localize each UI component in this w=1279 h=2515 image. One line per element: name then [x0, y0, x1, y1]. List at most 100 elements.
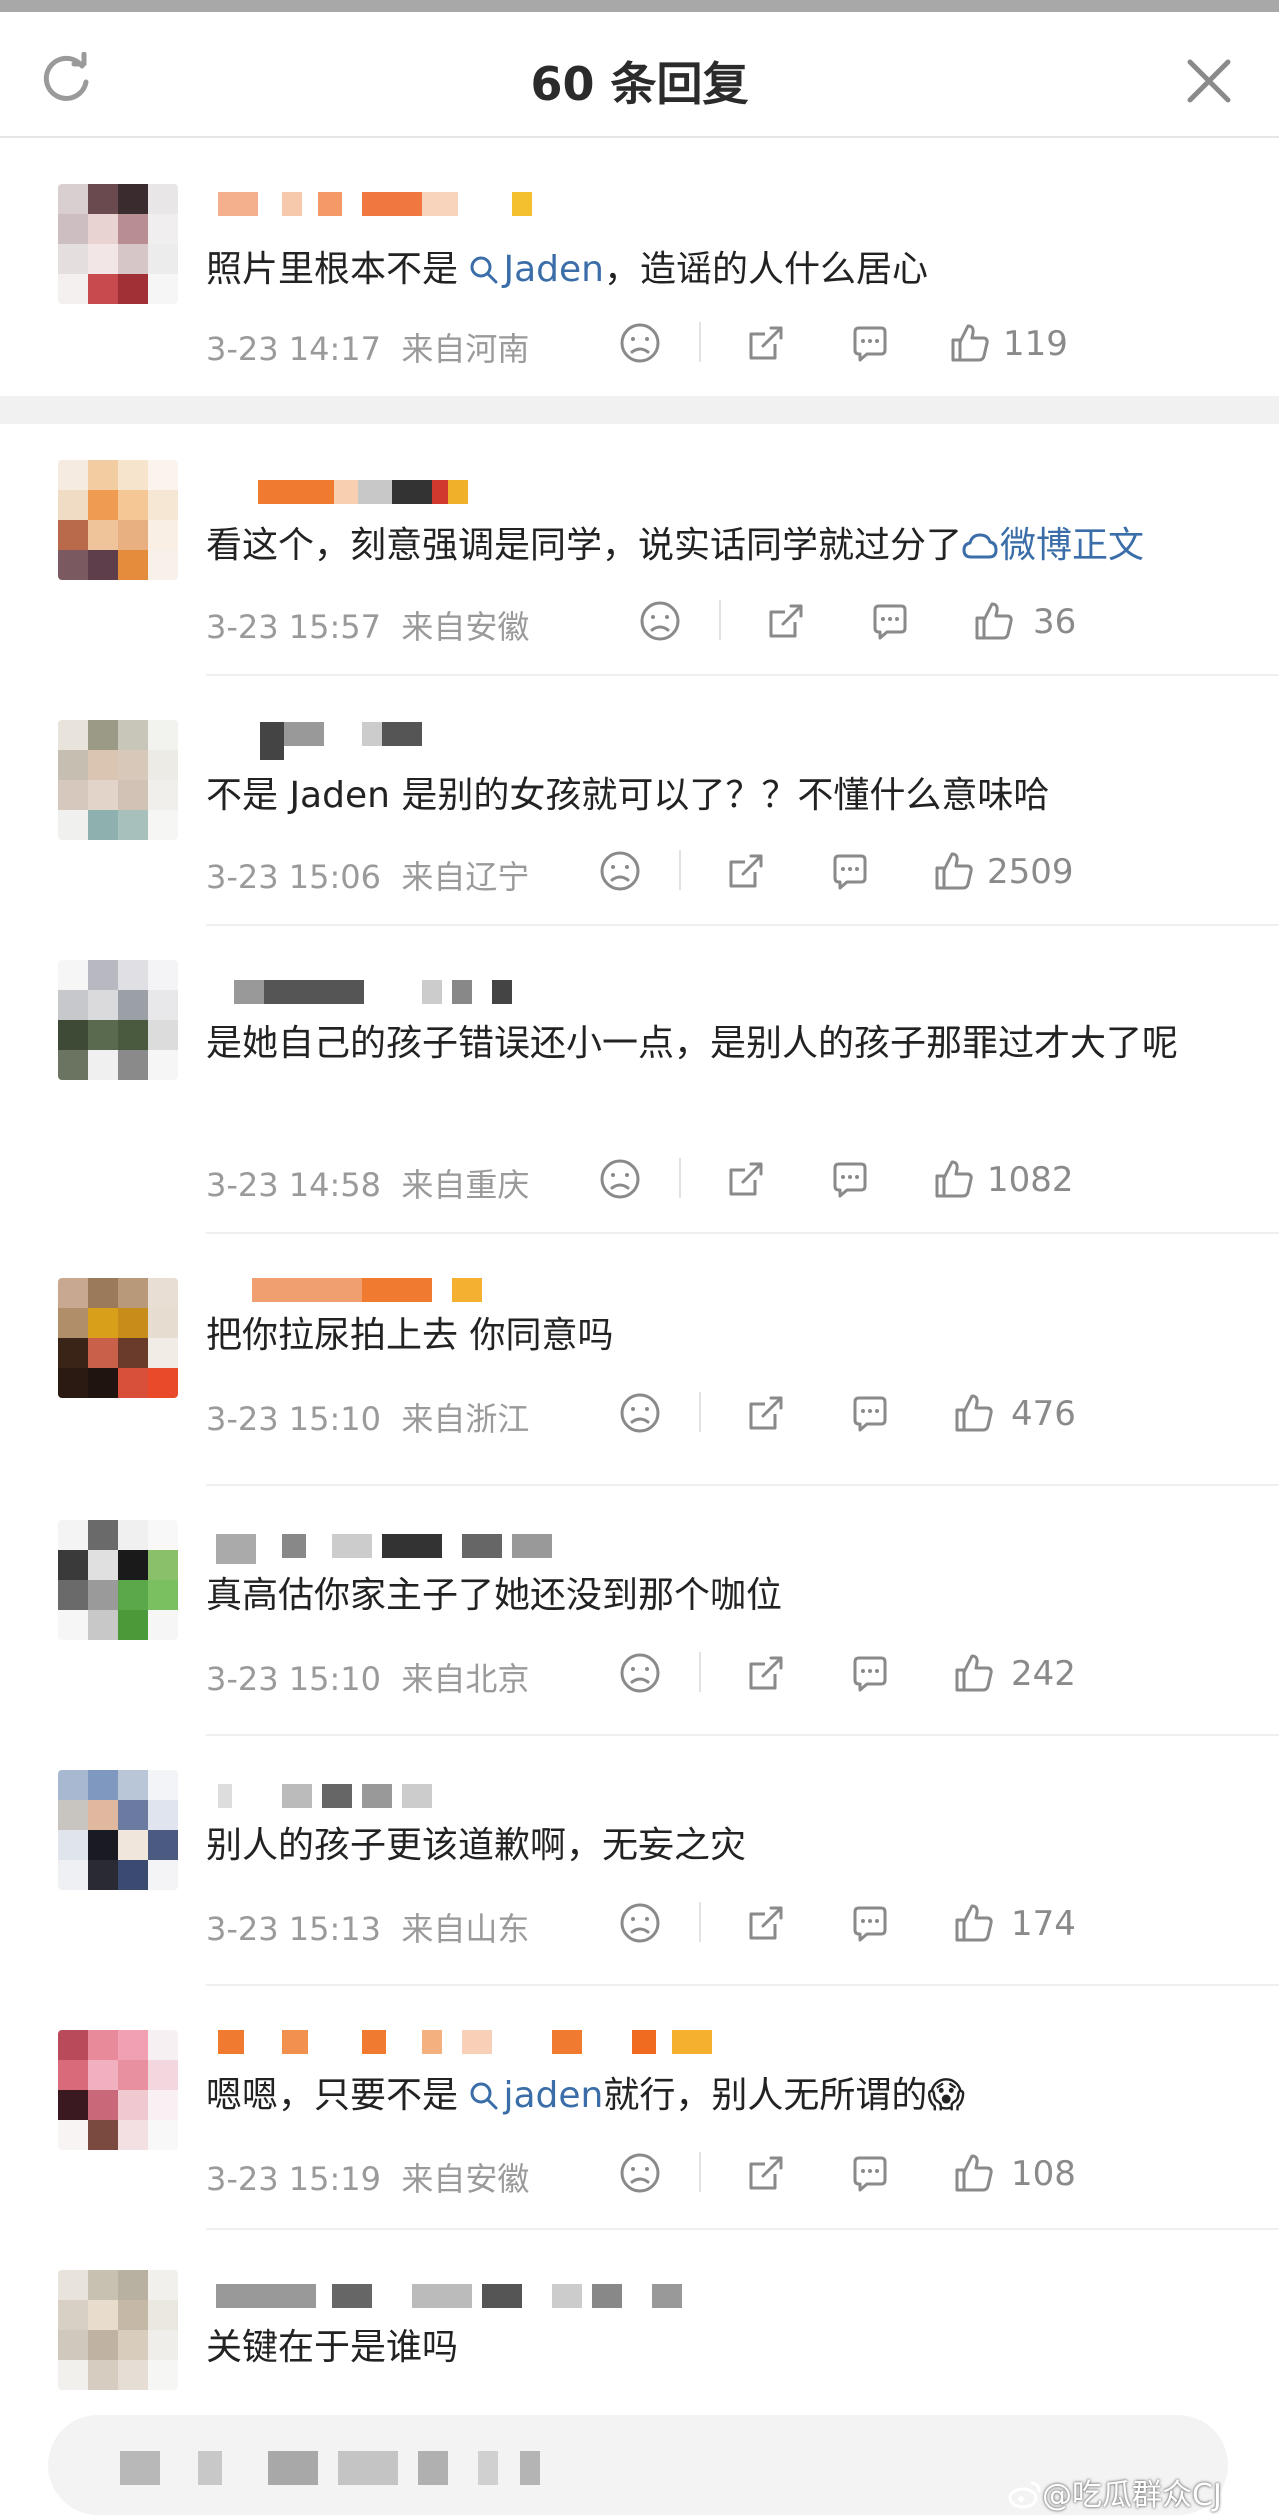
- comment-meta: 3-23 15:06 来自辽宁 2509: [206, 846, 1239, 896]
- dislike-icon[interactable]: [639, 600, 681, 642]
- search-icon: [470, 256, 498, 284]
- username-blurred[interactable]: [212, 1784, 592, 1810]
- avatar[interactable]: [58, 2030, 178, 2150]
- reply-icon[interactable]: [849, 1652, 891, 1694]
- username-blurred[interactable]: [212, 480, 592, 506]
- comment-meta: 3-23 15:10 来自北京 242: [206, 1648, 1239, 1698]
- replies-header: 60 条回复: [0, 12, 1279, 138]
- mention-link[interactable]: Jaden: [469, 249, 604, 290]
- comment-text: 关键在于是谁吗: [206, 2327, 459, 2368]
- like-icon[interactable]: [953, 1652, 995, 1694]
- share-icon[interactable]: [745, 322, 787, 364]
- divider: [206, 1484, 1279, 1486]
- reply-icon[interactable]: [829, 850, 871, 892]
- dislike-icon[interactable]: [619, 1392, 661, 1434]
- like-icon[interactable]: [973, 600, 1015, 642]
- like-icon[interactable]: [953, 2152, 995, 2194]
- reply-icon[interactable]: [869, 600, 911, 642]
- close-icon[interactable]: [1186, 58, 1232, 104]
- dislike-icon[interactable]: [619, 2152, 661, 2194]
- dislike-icon[interactable]: [599, 850, 641, 892]
- comment-text: 真高估你家主子了她还没到那个咖位: [206, 1575, 783, 1616]
- timestamp: 3-23 15:57 来自安徽: [206, 608, 530, 646]
- like-icon[interactable]: [953, 1392, 995, 1434]
- divider: [206, 1232, 1279, 1234]
- timestamp: 3-23 15:19 来自安徽: [206, 2160, 530, 2198]
- share-icon[interactable]: [745, 1902, 787, 1944]
- link-icon: [962, 533, 998, 559]
- username-blurred[interactable]: [212, 722, 592, 760]
- comment-text: 把你拉尿拍上去 你同意吗: [206, 1315, 614, 1356]
- weibo-post-link[interactable]: 微博正文: [962, 525, 1144, 566]
- comment-meta: 3-23 15:57 来自安徽 36: [206, 596, 1239, 646]
- top-edge: [0, 0, 1279, 12]
- avatar[interactable]: [58, 1278, 178, 1398]
- share-icon[interactable]: [745, 1652, 787, 1694]
- username-blurred[interactable]: [212, 2030, 712, 2056]
- avatar[interactable]: [58, 2270, 178, 2390]
- divider: [206, 2228, 1279, 2230]
- avatar[interactable]: [58, 720, 178, 840]
- search-icon: [470, 2082, 498, 2110]
- scream-emoji: 😱: [927, 2075, 965, 2116]
- share-icon[interactable]: [725, 1158, 767, 1200]
- timestamp: 3-23 14:58 来自重庆: [206, 1166, 530, 1204]
- comment-actions: 476: [619, 1388, 1239, 1438]
- like-icon[interactable]: [953, 1902, 995, 1944]
- timestamp: 3-23 14:17 来自河南: [206, 330, 530, 368]
- like-count: 242: [1011, 1654, 1076, 1694]
- share-icon[interactable]: [745, 1392, 787, 1434]
- like-count: 1082: [987, 1160, 1074, 1200]
- dislike-icon[interactable]: [619, 1902, 661, 1944]
- like-count: 119: [1003, 324, 1068, 364]
- reply-icon[interactable]: [829, 1158, 871, 1200]
- comment-actions: 36: [639, 596, 1239, 646]
- username-blurred[interactable]: [212, 192, 592, 218]
- page-title: 60 条回复: [530, 57, 749, 111]
- like-icon[interactable]: [933, 850, 975, 892]
- like-icon[interactable]: [949, 322, 991, 364]
- comment-text: 是她自己的孩子错误还小一点，是别人的孩子那罪过才大了呢: [206, 1023, 1179, 1064]
- divider: [206, 924, 1279, 926]
- like-count: 2509: [987, 852, 1074, 892]
- comment-actions: 108: [619, 2148, 1239, 2198]
- username-blurred[interactable]: [212, 2284, 682, 2310]
- share-icon[interactable]: [765, 600, 807, 642]
- avatar[interactable]: [58, 1770, 178, 1890]
- like-icon[interactable]: [933, 1158, 975, 1200]
- like-count: 476: [1011, 1394, 1076, 1434]
- like-count: 108: [1011, 2154, 1076, 2194]
- timestamp: 3-23 15:10 来自北京: [206, 1660, 530, 1698]
- reply-icon[interactable]: [849, 1392, 891, 1434]
- dislike-icon[interactable]: [619, 322, 661, 364]
- share-icon[interactable]: [745, 2152, 787, 2194]
- comment-text: 别人的孩子更该道歉啊，无妄之灾: [206, 1825, 747, 1866]
- reply-icon[interactable]: [849, 322, 891, 364]
- comment-meta: 3-23 14:58 来自重庆 1082: [206, 1154, 1239, 1204]
- avatar[interactable]: [58, 1520, 178, 1640]
- timestamp: 3-23 15:10 来自浙江: [206, 1400, 530, 1438]
- comment-actions: 2509: [599, 846, 1239, 896]
- timestamp: 3-23 15:06 来自辽宁: [206, 858, 530, 896]
- like-count: 36: [1033, 602, 1077, 642]
- avatar[interactable]: [58, 184, 178, 304]
- dislike-icon[interactable]: [619, 1652, 661, 1694]
- comment-text: 不是 Jaden 是别的女孩就可以了？？不懂什么意味哈: [206, 775, 1050, 816]
- comment-actions: 174: [619, 1898, 1239, 1948]
- reply-icon[interactable]: [849, 2152, 891, 2194]
- mention-link[interactable]: jaden: [469, 2075, 603, 2116]
- username-blurred[interactable]: [212, 980, 592, 1006]
- dislike-icon[interactable]: [599, 1158, 641, 1200]
- divider: [206, 674, 1279, 676]
- username-blurred[interactable]: [212, 1278, 592, 1304]
- share-icon[interactable]: [725, 850, 767, 892]
- avatar[interactable]: [58, 460, 178, 580]
- comment-actions: 1082: [599, 1154, 1239, 1204]
- username-blurred[interactable]: [212, 1534, 592, 1564]
- comment-meta: 3-23 15:13 来自山东 174: [206, 1898, 1239, 1948]
- comment-text: 嗯嗯，只要不是 jaden就行，别人无所谓的😱: [206, 2075, 965, 2116]
- avatar[interactable]: [58, 960, 178, 1080]
- weibo-logo-icon: [1008, 2481, 1041, 2509]
- reply-icon[interactable]: [849, 1902, 891, 1944]
- comment-meta: 3-23 15:19 来自安徽 108: [206, 2148, 1239, 2198]
